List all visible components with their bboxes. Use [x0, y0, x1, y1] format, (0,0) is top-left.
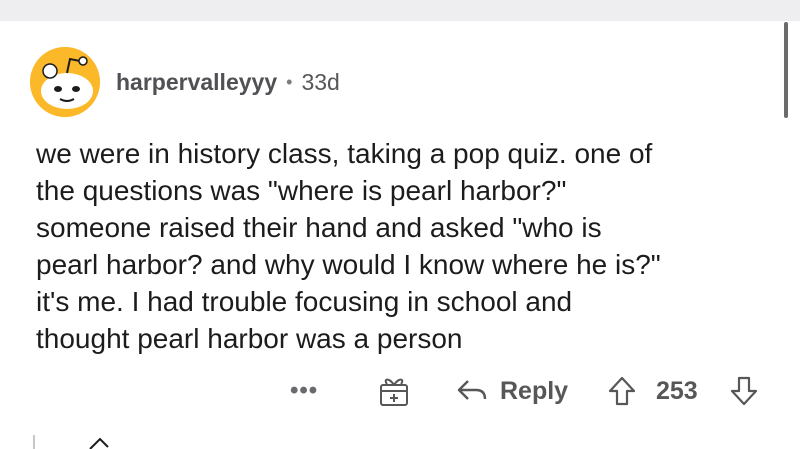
upvote-button[interactable] — [606, 367, 638, 415]
comment-meta: harpervalleyyy • 33d — [116, 69, 340, 96]
reply-arrow-icon — [457, 380, 487, 400]
comment-body-line: we were in history class, taking a pop q… — [36, 138, 653, 169]
comment: harpervalleyyy • 33d we were in history … — [0, 21, 800, 449]
downvote-button[interactable] — [728, 367, 760, 415]
comment-body: we were in history class, taking a pop q… — [36, 135, 776, 357]
comment-header: harpervalleyyy • 33d — [30, 47, 340, 117]
vote-score: 253 — [656, 367, 698, 415]
comment-body-line: thought pearl harbor was a person — [36, 323, 463, 354]
more-options-label: ••• — [290, 377, 319, 404]
comment-age: 33d — [301, 68, 340, 95]
top-divider-strip — [0, 0, 800, 21]
more-options-button[interactable]: ••• — [290, 367, 318, 415]
comment-body-line: the questions was "where is pearl harbor… — [36, 175, 567, 206]
reply-label: Reply — [500, 376, 569, 405]
username[interactable]: harpervalleyyy — [116, 69, 277, 96]
comment-body-line: pearl harbor? and why would I know where… — [36, 249, 661, 280]
upvote-arrow-icon — [608, 376, 636, 406]
next-comment-thread-indicator — [33, 435, 109, 449]
gift-award-icon — [380, 378, 408, 406]
award-button[interactable] — [378, 367, 410, 415]
downvote-arrow-icon — [730, 376, 758, 406]
comment-body-line: someone raised their hand and asked "who… — [36, 212, 602, 243]
reply-button[interactable]: Reply — [456, 367, 568, 415]
meta-separator: • — [286, 71, 293, 92]
comment-actions: ••• Reply 253 — [0, 367, 800, 415]
snoo-avatar-icon[interactable] — [30, 47, 100, 117]
comment-body-line: it's me. I had trouble focusing in schoo… — [36, 286, 573, 317]
vote-score-value: 253 — [656, 376, 698, 405]
